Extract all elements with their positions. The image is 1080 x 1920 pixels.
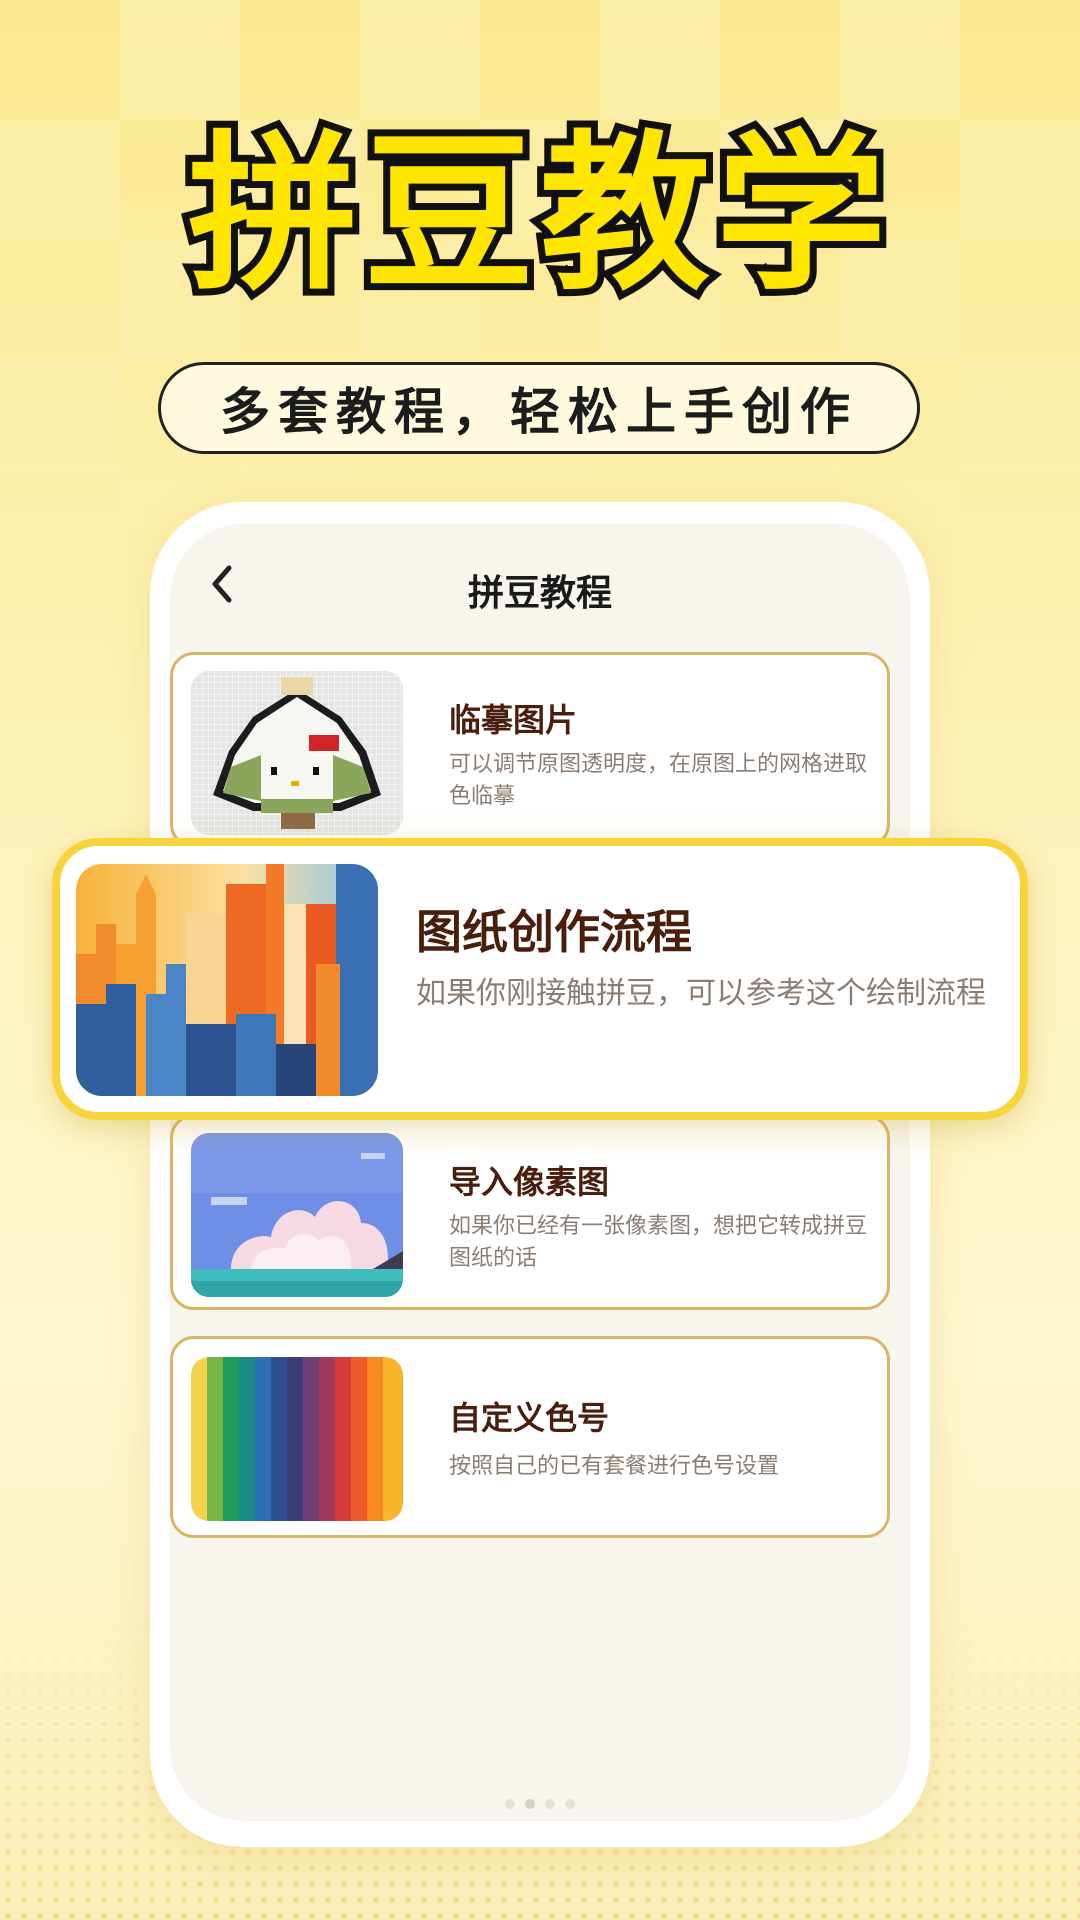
- card-description: 按照自己的已有套餐进行色号设置: [449, 1454, 780, 1479]
- color-stripes-image: [191, 1357, 403, 1521]
- card-title: 临摹图片: [449, 701, 578, 739]
- page-indicator: [505, 1799, 575, 1809]
- tutorial-card-trace-image[interactable]: 临摹图片 可以调节原图透明度，在原图上的网格进取色临摹: [170, 652, 890, 848]
- city-skyline-image: [76, 864, 378, 1096]
- page-title: 拼豆教程: [467, 573, 612, 614]
- tutorial-card-import-pixel[interactable]: 导入像素图 如果你已经有一张像素图，想把它转成拼豆图纸的话: [170, 1114, 890, 1310]
- card-title: 自定义色号: [449, 1399, 610, 1437]
- tutorial-card-drawing-workflow[interactable]: 图纸创作流程 如果你刚接触拼豆，可以参考这个绘制流程: [52, 838, 1028, 1120]
- card-description: 可以调节原图透明度，在原图上的网格进取色临摹: [449, 752, 868, 809]
- card-description: 如果你刚接触拼豆，可以参考这个绘制流程: [416, 976, 986, 1011]
- pixel-bead-character-image: [191, 671, 403, 835]
- pixel-clouds-sea-image: [191, 1133, 403, 1297]
- card-title: 导入像素图: [449, 1163, 610, 1201]
- hero-subtitle: 多套教程，轻松上手创作: [158, 362, 920, 454]
- tutorial-card-custom-color[interactable]: 自定义色号 按照自己的已有套餐进行色号设置: [170, 1336, 890, 1538]
- nav-bar: 拼豆教程: [170, 524, 910, 644]
- card-title: 图纸创作流程: [416, 905, 692, 959]
- hero-title: 拼豆教学: [181, 113, 893, 317]
- card-description: 如果你已经有一张像素图，想把它转成拼豆图纸的话: [449, 1214, 868, 1271]
